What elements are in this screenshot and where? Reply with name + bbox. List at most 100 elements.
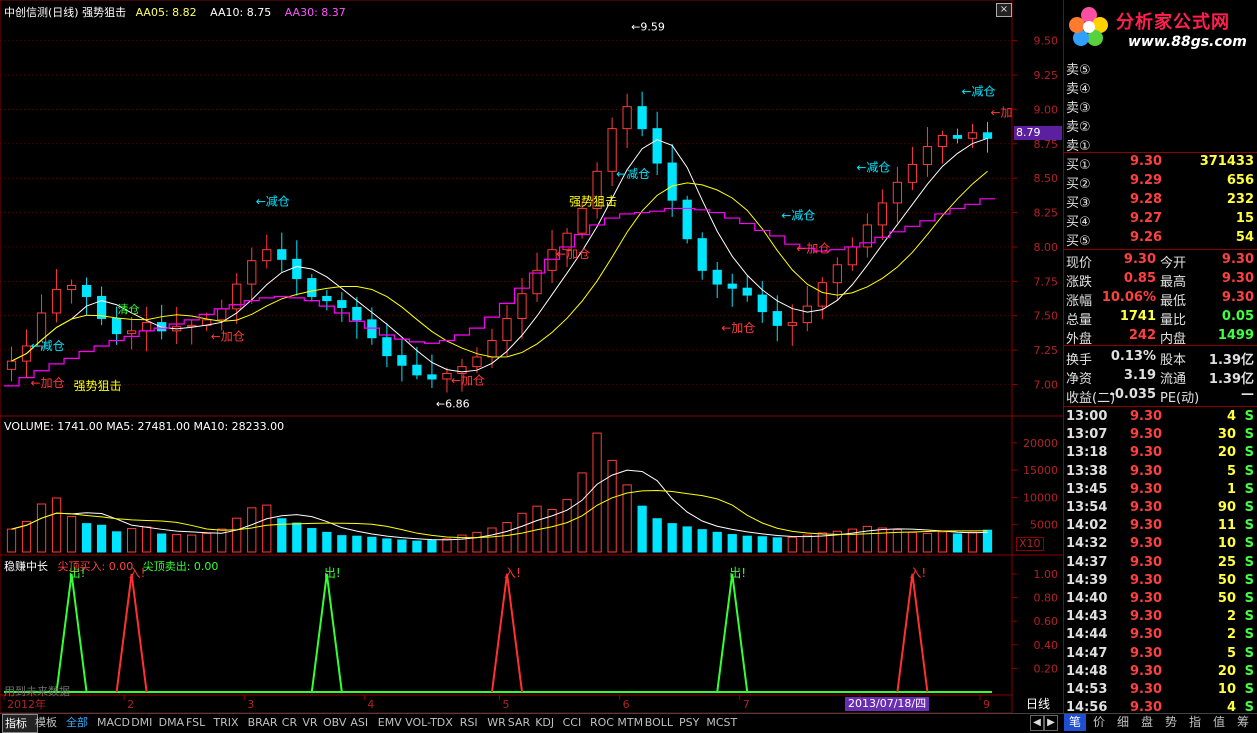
candle-down [367,319,377,339]
indicator-tab[interactable]: CCI [561,714,591,731]
buy-level-row[interactable]: 买⑤ 9.26 54 [1064,229,1257,249]
tick-volume: 5 [1226,645,1236,661]
indicator-tab[interactable]: BOLL [643,714,680,731]
tick-row[interactable]: 14:40 9.30 50 S [1064,590,1257,608]
indicator-tab[interactable]: ROC [588,714,618,731]
buy-level-row[interactable]: 买④ 9.27 15 [1064,210,1257,230]
indicator-tab[interactable]: MCST [704,714,741,731]
candle-down [667,162,677,201]
candle-up [472,356,482,368]
side-panel-tab[interactable]: 价 [1088,714,1110,731]
quote-value: -0.035 [1109,387,1156,402]
volume-unit: X10 [1016,537,1044,551]
tick-row[interactable]: 13:45 9.30 1 S [1064,481,1257,499]
sell-level-row[interactable]: 卖③ [1064,96,1257,116]
candle-up [937,135,948,148]
candle-up [262,249,272,262]
side-panel-tab[interactable]: 细 [1112,714,1134,731]
buy-level-row[interactable]: 买③ 9.28 232 [1064,191,1257,211]
side-panel-tab[interactable]: 筹 [1232,714,1254,731]
buy-level-row[interactable]: 买② 9.29 656 [1064,172,1257,192]
quote-value: 1.39亿 [1208,353,1254,368]
buy-level-row[interactable]: 买① 9.30 371433 [1064,153,1257,173]
indicator-tab[interactable]: ASI [348,714,378,731]
tick-row[interactable]: 13:07 9.30 30 S [1064,426,1257,444]
tick-row[interactable]: 14:02 9.30 11 S [1064,517,1257,535]
volume-bar-down [111,531,122,553]
indicator-tab[interactable]: DMI [129,714,159,731]
indicator-tab[interactable]: PSY [677,714,707,731]
candle-down [277,249,287,260]
buy-level-label: 买① [1066,158,1091,173]
kline-chart[interactable]: 9.509.259.008.758.508.258.007.757.507.25… [0,0,1063,713]
tick-volume: 50 [1217,572,1236,588]
quote-label: 净资 [1066,372,1093,387]
tick-row[interactable]: 14:47 9.30 5 S [1064,645,1257,663]
buy-level-label: 买⑤ [1066,234,1091,249]
scroll-right-button[interactable]: ▶ [1044,715,1058,731]
sell-level-row[interactable]: 卖⑤ [1064,58,1257,78]
volume-bar-down [952,533,963,553]
candle-up [247,260,257,285]
tick-row[interactable]: 13:00 9.30 4 S [1064,408,1257,426]
tick-row[interactable]: 14:44 9.30 2 S [1064,626,1257,644]
tick-row[interactable]: 13:38 9.30 5 S [1064,463,1257,481]
indicator-tab[interactable]: OBV [321,714,351,731]
side-panel-tab[interactable]: 笔 [1064,714,1086,731]
candle-up [217,308,227,321]
indicator-tab[interactable]: RSI [458,714,488,731]
indicator-tab[interactable]: TRIX [211,714,248,731]
tick-side: S [1244,409,1254,424]
side-panel-tab[interactable]: 盘 [1136,714,1158,731]
indicator-tab[interactable]: SAR [506,714,536,731]
sell-level-row[interactable]: 卖④ [1064,77,1257,97]
tick-row[interactable]: 13:54 9.30 90 S [1064,499,1257,517]
tick-side: S [1244,481,1254,497]
tick-row[interactable]: 14:43 9.30 2 S [1064,608,1257,626]
volume-bar-up [487,527,497,553]
candle-up [607,128,617,172]
sell-level-row[interactable]: 卖① [1064,134,1257,154]
add-position-label: ←加仓 [211,329,245,343]
volume-bar-down [81,523,92,553]
side-panel-tab[interactable]: 指 [1184,714,1206,731]
close-icon[interactable]: × [996,3,1012,17]
quote-label: 涨幅 [1066,294,1093,309]
tick-volume: 30 [1217,427,1236,443]
indicator-tab[interactable]: DMA [157,714,187,731]
indicator-tab[interactable]: BRAR [246,714,283,731]
tick-row[interactable]: 14:53 9.30 10 S [1064,681,1257,699]
indicator-tab[interactable]: 全部 [64,714,98,731]
quote-label: 现价 [1066,256,1093,271]
candle-down [697,238,707,271]
side-panel-tab[interactable]: 值 [1208,714,1230,731]
indicator-tab[interactable]: MTM [615,714,645,731]
candle-down [682,199,692,240]
orderbook-divider [1064,249,1257,250]
scroll-left-button[interactable]: ◀ [1030,715,1044,731]
volume-bar-down [982,529,993,553]
indicator-tab[interactable]: FSL [184,714,214,731]
tick-row[interactable]: 14:37 9.30 25 S [1064,554,1257,572]
side-panel-tab[interactable]: 势 [1160,714,1182,731]
quote-divider [1064,345,1257,346]
tick-row[interactable]: 13:18 9.30 20 S [1064,444,1257,462]
chart-area[interactable]: 9.50 9.25 9.00 8.75 8.50 8.25 8.00 7.75 7.50 7.25… [0,0,1063,713]
indicator-tab[interactable]: EMV [376,714,406,731]
tick-row[interactable]: 14:48 9.30 20 S [1064,663,1257,681]
tick-side: S [1244,572,1254,588]
indicator-tab[interactable]: MACD [95,714,132,731]
candle-up [622,106,632,130]
candle-up [817,282,827,307]
sell-level-row[interactable]: 卖② [1064,115,1257,135]
tick-row[interactable]: 14:32 9.30 10 S [1064,535,1257,553]
volume-bar-up [187,534,197,553]
indicator-tab[interactable]: KDJ [533,714,563,731]
indicator-tab[interactable]: VOL-TDX [403,714,461,731]
indicator-tab[interactable]: 模板 [33,714,67,731]
candle-down [952,135,963,139]
tick-row[interactable]: 14:39 9.30 50 S [1064,572,1257,590]
period-label[interactable]: 日线 [1026,695,1050,712]
volume-ma5-line [11,469,988,541]
tick-side: S [1244,554,1254,570]
